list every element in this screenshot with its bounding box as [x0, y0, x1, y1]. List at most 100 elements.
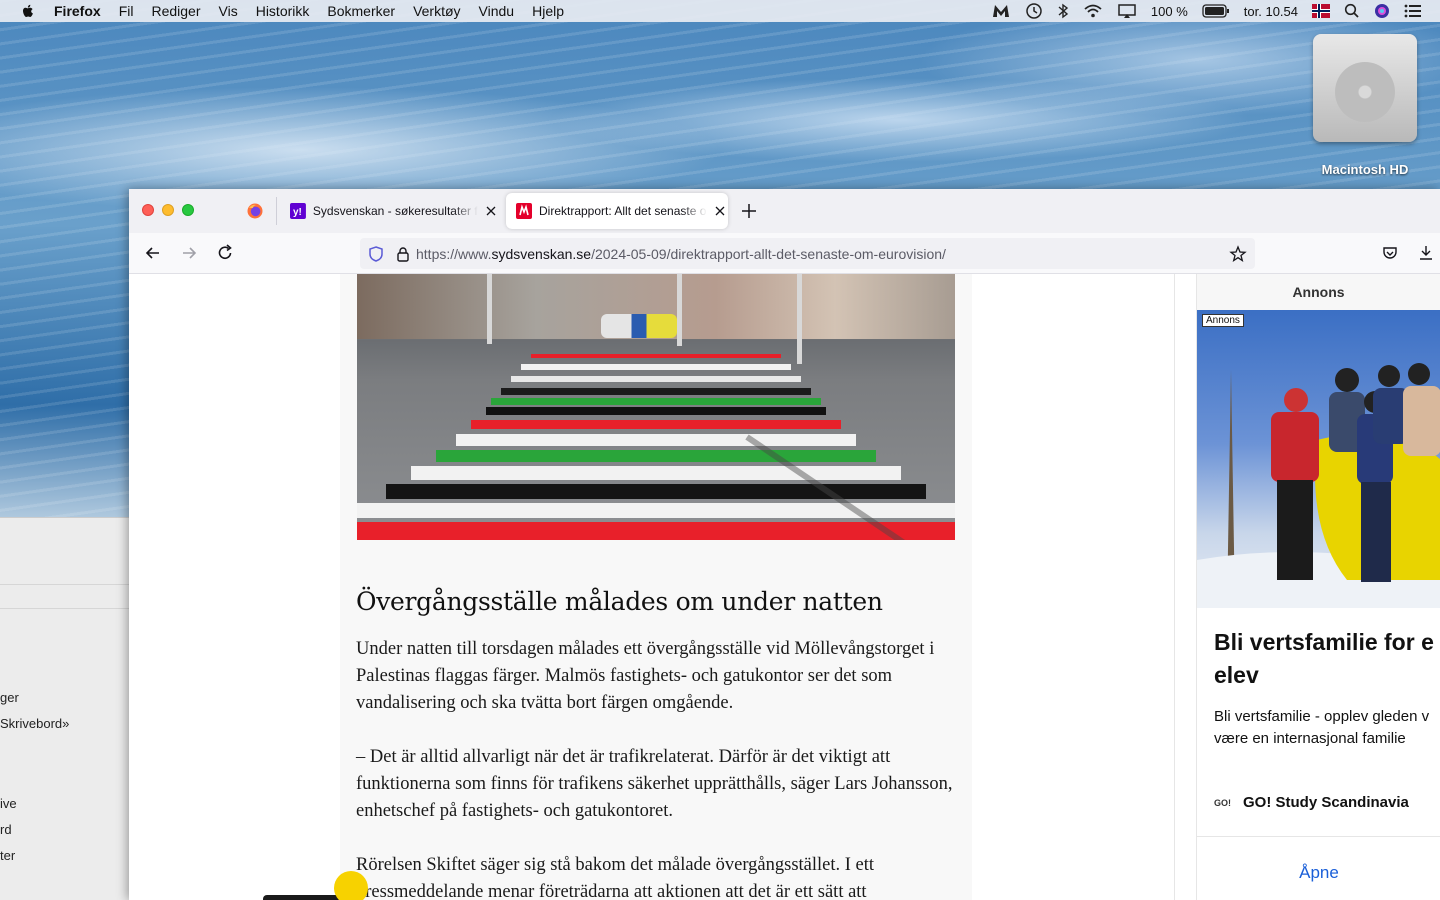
article-headline: Övergångsställe målades om under natten [356, 587, 883, 616]
ad-title-line: Bli vertsfamilie for e [1214, 629, 1434, 655]
tab-yahoo-search[interactable]: y! Sydsvenskan - søkeresultater fra Yaho… [280, 193, 498, 229]
page-content: Övergångsställe målades om under natten … [129, 274, 1440, 900]
yahoo-favicon-icon: y! [290, 203, 306, 219]
reload-icon[interactable] [215, 243, 235, 263]
finder-sidebar-item[interactable]: rd [0, 822, 12, 837]
crosswalk-stripe-white [511, 376, 801, 382]
menu-clock[interactable]: tor. 10.54 [1244, 4, 1298, 19]
forward-arrow-icon[interactable] [179, 243, 199, 263]
finder-window-fragment: ger Skrivebord» ive rd ter [0, 517, 130, 900]
sydsvenskan-favicon-icon [516, 203, 532, 219]
talk-audio-badge-icon[interactable] [334, 871, 368, 900]
close-tab-icon[interactable] [484, 204, 498, 218]
crosswalk-stripe-white [411, 466, 901, 480]
bluetooth-icon[interactable] [1057, 3, 1069, 19]
ad-description: Bli vertsfamilie - opplev gleden v være … [1214, 706, 1440, 750]
ad-advertiser[interactable]: GO! GO! Study Scandinavia [1214, 794, 1409, 811]
crosswalk-stripe-white [456, 434, 856, 446]
menu-verktoy[interactable]: Verktøy [413, 3, 460, 19]
crosswalk-stripe-red [471, 420, 841, 429]
navigation-toolbar: https://www.sydsvenskan.se/2024-05-09/di… [129, 233, 1440, 274]
finder-divider [0, 584, 130, 585]
pocket-icon[interactable] [1381, 244, 1399, 262]
wifi-icon[interactable] [1083, 3, 1103, 19]
time-machine-icon[interactable] [1025, 2, 1043, 20]
ad-divider [1197, 836, 1440, 837]
macintosh-hd-disk-icon[interactable]: Macintosh HD [1310, 34, 1420, 177]
crosswalk-stripe-black [501, 388, 811, 395]
tab-separator [276, 197, 277, 225]
tab-title: Sydsvenskan - søkeresultater fra Yahoo [312, 204, 478, 218]
downloads-icon[interactable] [1417, 244, 1435, 262]
close-window-button[interactable] [142, 204, 154, 216]
menu-bokmerker[interactable]: Bokmerker [327, 3, 395, 19]
finder-sidebar-item[interactable]: ter [0, 848, 15, 863]
advertisement-panel[interactable]: Annons Annons Bli vertsfamilie for e ele… [1196, 274, 1440, 900]
photo-pole [677, 274, 682, 346]
ad-badge: Annons [1202, 314, 1244, 327]
article-paragraph-2: – Det är alltid allvarligt när det är tr… [356, 747, 953, 821]
finder-divider [0, 608, 130, 609]
article-paragraph-1: Under natten till torsdagen målades ett … [356, 639, 935, 713]
menu-vindu[interactable]: Vindu [479, 3, 515, 19]
ad-title[interactable]: Bli vertsfamilie for e elev [1214, 626, 1440, 692]
ad-advertiser-name: GO! Study Scandinavia [1243, 794, 1409, 811]
go-study-logo: GO! [1214, 797, 1231, 808]
tracking-protection-shield-icon[interactable] [368, 245, 384, 262]
ad-description-line: være en internasjonal familie [1214, 730, 1406, 747]
apple-menu-icon[interactable] [20, 3, 36, 19]
battery-percentage: 100 % [1150, 3, 1188, 19]
ad-image-ski-group[interactable]: Annons [1197, 310, 1440, 608]
norwegian-flag-icon[interactable] [1312, 4, 1330, 18]
finder-sidebar-item[interactable]: Skrivebord» [0, 716, 69, 731]
zoom-window-button[interactable] [182, 204, 194, 216]
url-path: /2024-05-09/direktrapport-allt-det-senas… [591, 245, 946, 262]
svg-text:y!: y! [293, 207, 302, 218]
menu-vis[interactable]: Vis [219, 3, 238, 19]
back-arrow-icon[interactable] [143, 243, 163, 263]
url-prefix: https://www. [416, 245, 492, 262]
crosswalk-stripe-black [486, 407, 826, 415]
crosswalk-stripe-green [491, 398, 821, 405]
menu-fil[interactable]: Fil [119, 3, 134, 19]
crosswalk-stripe-red [531, 354, 781, 358]
url-domain: sydsvenskan.se [491, 245, 592, 262]
tab-title: Direktrapport: Allt det senaste om Eurov… [539, 204, 707, 218]
disk-label: Macintosh HD [1321, 162, 1409, 177]
spotlight-search-icon[interactable] [1344, 3, 1360, 19]
airplay-icon[interactable] [1117, 3, 1137, 19]
bookmark-star-icon[interactable] [1229, 244, 1247, 263]
crosswalk-stripe-red [357, 522, 955, 540]
address-bar[interactable]: https://www.sydsvenskan.se/2024-05-09/di… [360, 238, 1255, 269]
ad-title-line: elev [1214, 662, 1259, 688]
hard-drive-icon [1313, 34, 1417, 142]
article-photo-crosswalk [357, 274, 955, 540]
menu-app-firefox[interactable]: Firefox [54, 3, 101, 19]
photo-police-car [601, 314, 677, 338]
url-text[interactable]: https://www.sydsvenskan.se/2024-05-09/di… [416, 246, 946, 262]
notification-center-icon[interactable] [1404, 4, 1422, 18]
finder-sidebar-item[interactable]: ger [0, 690, 19, 705]
finder-sidebar-item[interactable]: ive [0, 796, 17, 811]
menu-rediger[interactable]: Rediger [151, 3, 200, 19]
crosswalk-stripe-black [386, 484, 926, 499]
firefox-view-icon[interactable] [247, 203, 263, 219]
article-paragraph-3: Rörelsen Skiftet säger sig stå bakom det… [356, 855, 875, 900]
malwarebytes-icon[interactable] [991, 3, 1011, 19]
firefox-window: y! Sydsvenskan - søkeresultater fra Yaho… [129, 189, 1440, 900]
minimize-window-button[interactable] [162, 204, 174, 216]
tab-bar: y! Sydsvenskan - søkeresultater fra Yaho… [129, 189, 1440, 233]
menu-historikk[interactable]: Historikk [256, 3, 310, 19]
tab-direktrapport[interactable]: Direktrapport: Allt det senaste om Eurov… [506, 193, 728, 229]
siri-icon[interactable] [1374, 3, 1390, 19]
ad-description-line: Bli vertsfamilie - opplev gleden v [1214, 708, 1430, 725]
lock-icon[interactable] [396, 246, 410, 262]
menu-hjelp[interactable]: Hjelp [532, 3, 564, 19]
new-tab-plus-icon[interactable] [739, 201, 759, 221]
battery-icon[interactable] [1202, 4, 1230, 18]
menu-bar: Firefox Fil Rediger Vis Historikk Bokmer… [0, 0, 1440, 22]
crosswalk-stripe-green [436, 450, 876, 462]
close-tab-icon[interactable] [713, 204, 727, 218]
ad-open-button[interactable]: Åpne [1197, 863, 1440, 883]
content-divider [1174, 274, 1175, 900]
